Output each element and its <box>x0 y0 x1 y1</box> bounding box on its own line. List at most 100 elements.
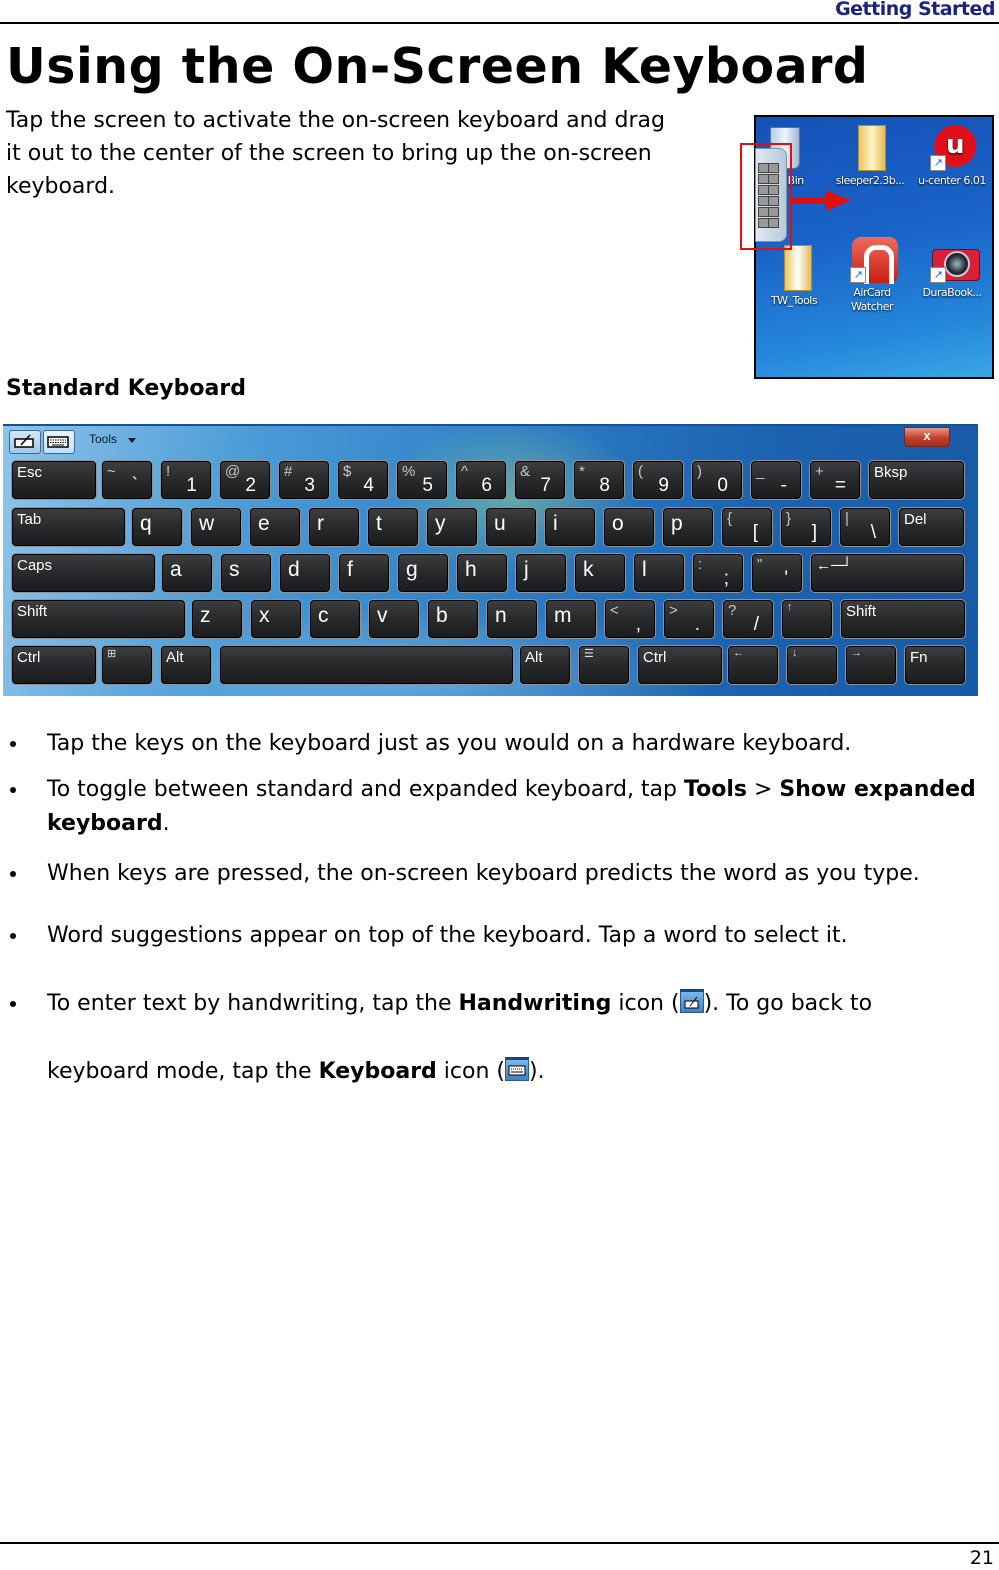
key-main-label: 6 <box>481 475 492 496</box>
key-symbol[interactable]: | \ <box>839 507 891 547</box>
close-button[interactable]: x <box>904 427 950 447</box>
key-y[interactable]: y <box>426 507 478 547</box>
text-segment: To toggle between standard and expanded … <box>47 777 685 802</box>
key-h[interactable]: h <box>456 553 508 593</box>
key-9[interactable]: (9 <box>632 460 684 500</box>
key-symbol[interactable]: + = <box>809 460 861 500</box>
bullet-icon <box>10 1001 16 1007</box>
key-5[interactable]: % 5 <box>396 460 448 500</box>
key-shift-label: $ <box>343 463 352 480</box>
key-2[interactable]: @2 <box>219 460 271 500</box>
key-m[interactable]: m <box>545 599 597 639</box>
key-t[interactable]: t <box>367 507 419 547</box>
key-g[interactable]: g <box>397 553 449 593</box>
key-symbol[interactable]: → <box>845 645 897 685</box>
chevron-down-icon[interactable] <box>128 438 136 443</box>
key-3[interactable]: #3 <box>278 460 330 500</box>
key-6[interactable]: ^ 6 <box>455 460 507 500</box>
text-segment: ). <box>529 1059 545 1084</box>
bullet-icon <box>10 787 16 793</box>
key-alt[interactable]: Alt <box>519 645 571 685</box>
key-symbol[interactable]: " ' <box>751 553 803 593</box>
list-item-text: Word suggestions appear on top of the ke… <box>47 919 977 953</box>
key-symbol[interactable]: ? / <box>722 599 774 639</box>
key-main-label: [ <box>752 522 758 543</box>
keyboard-icon <box>505 1057 529 1081</box>
key-s[interactable]: s <box>220 553 272 593</box>
key-ctrl[interactable]: Ctrl <box>11 645 97 685</box>
key-label: Del <box>904 511 927 528</box>
key-symbol-icon: ↑ <box>787 601 793 613</box>
key-symbol[interactable]: {[ <box>721 507 773 547</box>
key-symbol[interactable]: ↑ <box>781 599 833 639</box>
key-caps[interactable]: Caps <box>11 553 156 593</box>
key-n[interactable]: n <box>486 599 538 639</box>
bullet-icon <box>10 741 16 747</box>
key-1[interactable]: ! 1 <box>160 460 212 500</box>
key-a[interactable]: a <box>161 553 213 593</box>
key-fn[interactable]: Fn <box>904 645 966 685</box>
handwriting-button[interactable] <box>9 430 41 454</box>
key-4[interactable]: $4 <box>337 460 389 500</box>
key-v[interactable]: v <box>368 599 420 639</box>
key-shift-label: " <box>757 556 763 573</box>
key-u[interactable]: u <box>485 507 537 547</box>
key-label: o <box>612 512 624 535</box>
key-symbol[interactable]: }] <box>780 507 832 547</box>
key-tab[interactable]: Tab <box>11 507 126 547</box>
key-shift-label: * <box>579 463 585 480</box>
key-l[interactable]: l <box>633 553 685 593</box>
key-f[interactable]: f <box>338 553 390 593</box>
key-symbol[interactable]: ~ ` <box>101 460 153 500</box>
key-enter[interactable]: ←─┘ <box>810 553 965 593</box>
key-esc[interactable]: Esc <box>11 460 97 500</box>
key-symbol[interactable]: :; <box>692 553 744 593</box>
key-b[interactable]: b <box>427 599 479 639</box>
key-main-label: \ <box>870 522 876 543</box>
key-shift[interactable]: Shift <box>840 599 966 639</box>
key-x[interactable]: x <box>250 599 302 639</box>
desktop-icon-sleeper: sleeper2.3b... <box>832 123 908 188</box>
key-shift-label: # <box>284 463 293 480</box>
list-item-text: To enter text by handwriting, tap the Ha… <box>47 970 977 1106</box>
key-symbol[interactable]: ← <box>727 645 779 685</box>
key-d[interactable]: d <box>279 553 331 593</box>
key-shift[interactable]: Shift <box>11 599 186 639</box>
key-c[interactable]: c <box>309 599 361 639</box>
key-k[interactable]: k <box>574 553 626 593</box>
key-space[interactable] <box>219 645 514 685</box>
key-label: Ctrl <box>17 649 41 666</box>
key-label: z <box>200 604 211 627</box>
key-alt[interactable]: Alt <box>160 645 212 685</box>
key-q[interactable]: q <box>131 507 183 547</box>
key-shift-label: : <box>698 556 703 573</box>
key-symbol[interactable]: ↓ <box>786 645 838 685</box>
key-i[interactable]: i <box>544 507 596 547</box>
desktop-icon-durabook: ↗ DuraBook... <box>914 235 990 300</box>
key-p[interactable]: p <box>662 507 714 547</box>
key-symbol[interactable]: ☰ <box>578 645 630 685</box>
key-symbol[interactable]: _ - <box>750 460 802 500</box>
key-label: w <box>199 512 215 535</box>
key-8[interactable]: * 8 <box>573 460 625 500</box>
key-shift-label: % <box>402 463 416 480</box>
keyboard-button[interactable] <box>43 430 75 454</box>
key-del[interactable]: Del <box>898 507 965 547</box>
key-0[interactable]: ) 0 <box>691 460 743 500</box>
key-shift-label: < <box>610 602 619 619</box>
key-o[interactable]: o <box>603 507 655 547</box>
key-e[interactable]: e <box>249 507 301 547</box>
key-z[interactable]: z <box>191 599 243 639</box>
key-r[interactable]: r <box>308 507 360 547</box>
key-symbol[interactable]: >. <box>663 599 715 639</box>
key-ctrl[interactable]: Ctrl <box>637 645 723 685</box>
key-symbol[interactable]: <, <box>604 599 656 639</box>
key-7[interactable]: & 7 <box>514 460 566 500</box>
key-symbol[interactable]: ⊞ <box>101 645 153 685</box>
tools-menu[interactable]: Tools <box>89 432 117 446</box>
header-divider <box>0 22 999 24</box>
key-main-label: 5 <box>422 475 433 496</box>
key-w[interactable]: w <box>190 507 242 547</box>
key-bksp[interactable]: Bksp <box>868 460 965 500</box>
key-j[interactable]: j <box>515 553 567 593</box>
